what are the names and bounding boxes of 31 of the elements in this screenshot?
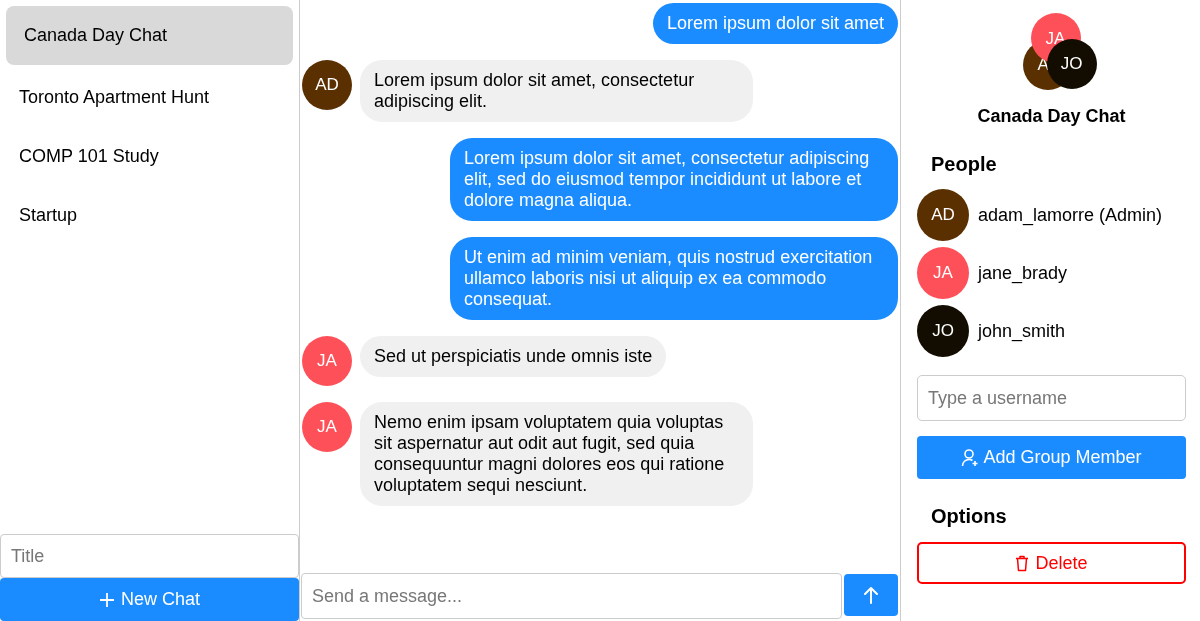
section-heading: Options bbox=[931, 505, 1008, 528]
title-field[interactable]: Title bbox=[0, 534, 299, 578]
avatar: JA bbox=[302, 336, 352, 386]
chat-title: Canada Day Chat bbox=[976, 106, 1127, 127]
chat-item[interactable]: Startup bbox=[6, 183, 293, 242]
avatar: AD bbox=[917, 189, 969, 241]
message-bubble: Nemo enim ipsam voluptatem quia voluptas sit aspernatur aut odit aut fugit, sed quia consequuntur magni dolores eos qui ratione voluptatem sequi nesciunt. bbox=[360, 402, 753, 506]
message-bubble: Lorem ipsum dolor sit amet, consectetur adipiscing elit. bbox=[360, 60, 753, 122]
message-bubble: Lorem ipsum dolor sit amet bbox=[652, 3, 898, 44]
avatar: JO bbox=[917, 305, 969, 357]
avatar: AD bbox=[302, 60, 352, 110]
chat-item[interactable]: Canada Day Chat bbox=[6, 6, 293, 65]
avatar: JA bbox=[302, 402, 352, 452]
delete-button[interactable]: Delete bbox=[917, 542, 1186, 584]
plus-icon bbox=[99, 591, 115, 608]
chat-item[interactable]: Toronto Apartment Hunt bbox=[6, 65, 293, 124]
trash-icon bbox=[1015, 554, 1030, 572]
send-button[interactable] bbox=[844, 574, 898, 616]
avatar: JA bbox=[917, 247, 969, 299]
message-field[interactable]: Send a message... bbox=[301, 573, 842, 619]
message-bubble: Lorem ipsum dolor sit amet, consectetur adipiscing elit, sed do eiusmod tempor incididunt ut labore et dolore magna aliqua. bbox=[450, 138, 898, 221]
username: adam_lamorre (Admin) bbox=[978, 204, 1163, 226]
add-user-icon bbox=[961, 448, 980, 467]
message-bubble: Ut enim ad minim veniam, quis nostrud exercitation ullamco laboris nisi ut aliquip ex ea commodo consequat. bbox=[450, 237, 898, 320]
username-field[interactable]: Type a username bbox=[917, 375, 1186, 421]
arrow-up-icon bbox=[863, 586, 879, 604]
chat-item[interactable]: COMP 101 Study bbox=[6, 124, 293, 183]
message-bubble: Sed ut perspiciatis unde omnis iste bbox=[360, 336, 667, 377]
username: jane_brady bbox=[978, 262, 1068, 284]
section-heading: People bbox=[931, 153, 998, 176]
username: john_smith bbox=[978, 320, 1066, 342]
